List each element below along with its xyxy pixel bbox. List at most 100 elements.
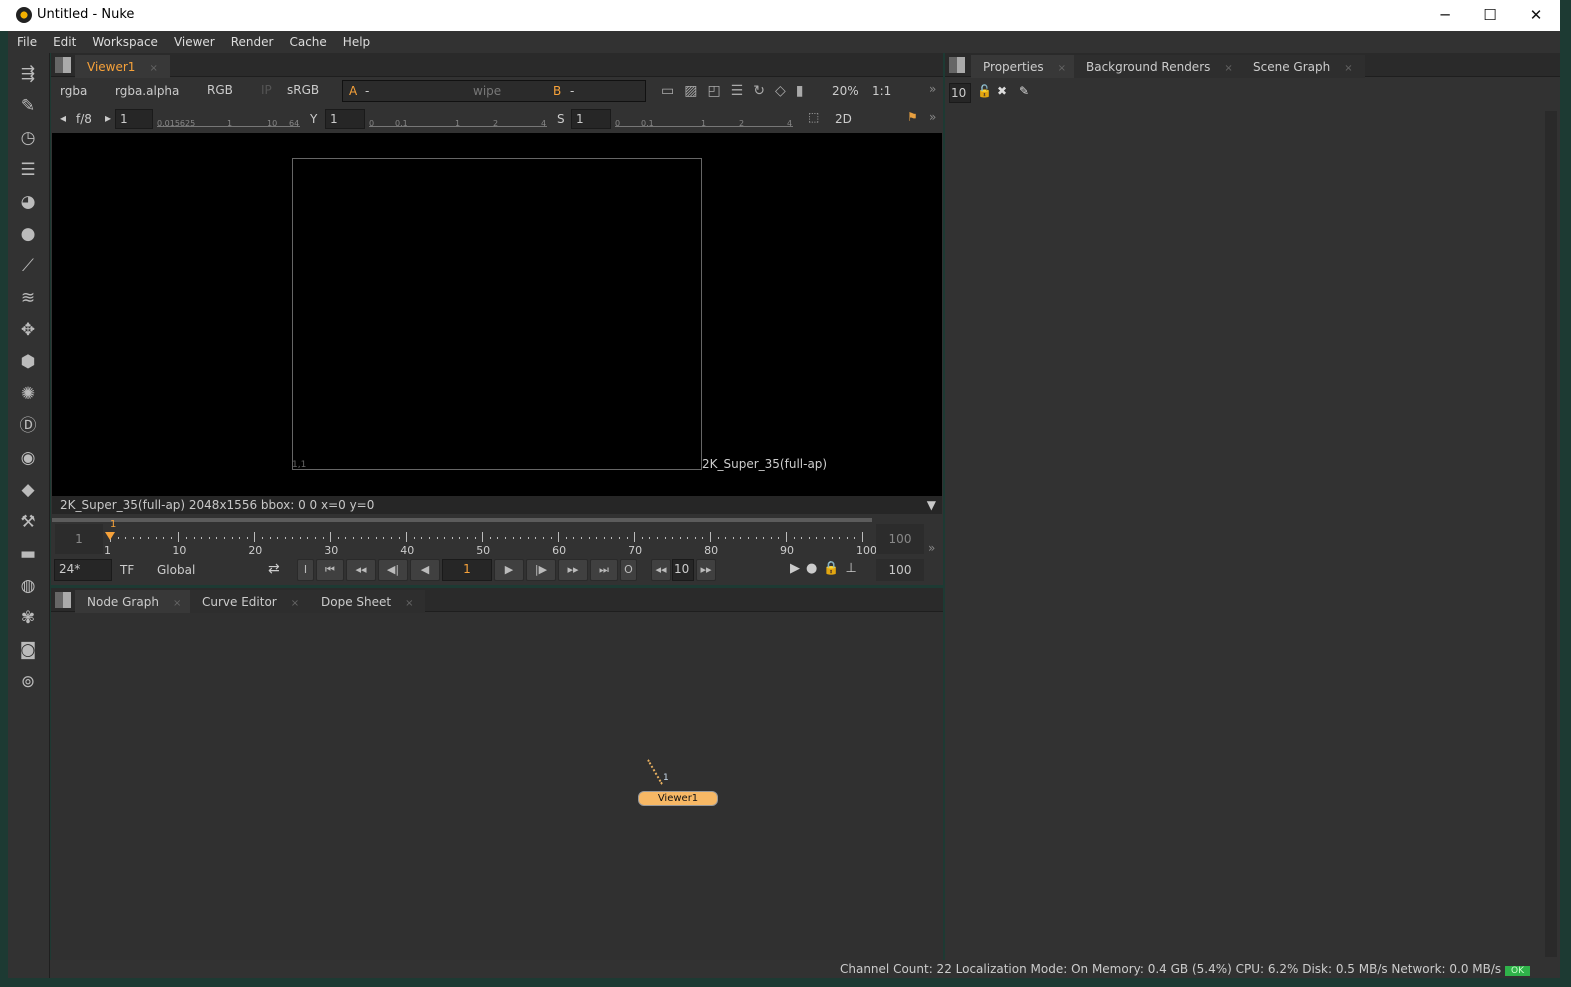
end-frame-input[interactable]: 100 [876,559,924,581]
pause-update-icon[interactable]: ⚑ [907,110,918,124]
menu-edit[interactable]: Edit [44,31,83,49]
time-icon[interactable]: ◷ [17,127,39,149]
filter-icon[interactable]: ● [17,223,39,245]
tab-viewer1[interactable]: Viewer1 × [75,55,170,78]
pane-menu-icon[interactable] [949,57,965,73]
playhead[interactable] [105,532,115,540]
out-point-button[interactable]: O [620,559,637,581]
playback-mode-icon[interactable]: ⇄ [268,561,280,577]
gamma-slider[interactable]: 0 0.1 1 2 4 [369,109,547,128]
tab-scene-graph[interactable]: Scene Graph × [1241,55,1365,78]
minimize-button[interactable]: ─ [1425,4,1465,26]
tab-dope-sheet[interactable]: Dope Sheet × [309,590,426,613]
viewer1-node[interactable]: Viewer1 [638,791,718,806]
current-frame-input[interactable]: 1 [442,559,492,581]
furnace-icon[interactable]: ◍ [17,575,39,597]
max-panels-input[interactable]: 10 [949,83,971,103]
gamma-input[interactable]: 1 [325,109,365,129]
tab-close-icon[interactable]: × [1224,63,1232,74]
lut-dropdown[interactable]: sRGB [287,83,319,97]
expand-icon[interactable]: » [929,110,936,124]
menu-render[interactable]: Render [222,31,281,49]
tab-close-icon[interactable]: × [291,598,299,609]
skip-back-button[interactable]: ◂◂ [651,559,671,581]
other-icon[interactable]: ▬ [17,543,39,565]
gain-input[interactable]: 1 [115,109,153,129]
saturation-input[interactable]: 1 [571,109,611,129]
play-forward-button[interactable]: ▶ [494,559,524,581]
tf-dropdown[interactable]: TF [120,563,134,577]
node-input-arrow[interactable] [647,759,663,785]
pane-menu-icon[interactable] [55,57,71,73]
input-b-dropdown[interactable]: - [570,84,574,98]
next-keyframe-button[interactable]: ▸▸ [558,559,588,581]
tab-node-graph[interactable]: Node Graph × [75,590,194,613]
views-icon[interactable]: ◉ [17,447,39,469]
expand-icon[interactable]: » [929,82,936,96]
toolsets-icon[interactable]: ⚒ [17,511,39,533]
first-frame-button[interactable]: ⏮ [316,559,344,581]
input-a-dropdown[interactable]: - [365,84,369,98]
channels-dropdown[interactable]: rgba [60,84,87,98]
gain-slider[interactable]: 0.015625 1 10 64 [157,109,300,128]
properties-scrollbar[interactable] [1545,111,1557,957]
last-frame-button[interactable]: ⏭ [590,559,618,581]
alpha-channel-dropdown[interactable]: rgba.alpha [115,84,179,98]
draw-icon[interactable]: ✎ [17,95,39,117]
bokeh-icon[interactable]: ⊚ [17,671,39,693]
ofx-icon[interactable]: ◙ [17,639,39,661]
cara-icon[interactable]: ✾ [17,607,39,629]
range-dropdown[interactable]: Global [157,563,195,577]
next-frame-button[interactable]: |▶ [526,559,556,581]
tab-close-icon[interactable]: × [173,598,181,609]
skip-forward-button[interactable]: ▸▸ [696,559,716,581]
3d-icon[interactable]: ⬢ [17,351,39,373]
timeline-end[interactable]: 100 [876,524,924,554]
prev-fstop-icon[interactable]: ◂ [60,111,66,125]
menu-cache[interactable]: Cache [280,31,333,49]
edit-icon[interactable]: ✎ [1019,84,1029,98]
tab-close-icon[interactable]: × [1058,63,1066,74]
in-point-button[interactable]: I [297,559,314,581]
saturation-slider[interactable]: 0 0.1 1 2 4 [615,109,793,128]
viewer-option-icons[interactable]: ▭▨◰☰↻◇▮ [661,83,813,99]
tab-close-icon[interactable]: × [149,63,157,74]
transform-icon[interactable]: ✥ [17,319,39,341]
increment-input[interactable]: 10 [672,559,694,581]
flipbook-icons[interactable]: ▶●🔒⊥ [790,561,863,576]
metadata-icon[interactable]: ◆ [17,479,39,501]
lock-icon[interactable]: 🔓 [977,84,992,98]
fps-dropdown[interactable]: 24* [54,559,112,581]
deep-icon[interactable]: Ⓓ [17,415,39,437]
timeline-range-bar[interactable] [52,518,872,522]
tab-properties[interactable]: Properties × [971,55,1079,78]
tab-close-icon[interactable]: × [1344,63,1352,74]
maximize-button[interactable]: ☐ [1470,4,1510,26]
display-mode-dropdown[interactable]: RGB [207,83,233,97]
menu-file[interactable]: File [8,31,44,49]
particles-icon[interactable]: ✺ [17,383,39,405]
tab-background-renders[interactable]: Background Renders × [1074,55,1245,78]
color-icon[interactable]: ◕ [17,191,39,213]
wipe-toggle[interactable]: wipe [473,84,501,98]
merge-icon[interactable]: ≋ [17,287,39,309]
play-backward-button[interactable]: ◀ [410,559,440,581]
next-fstop-icon[interactable]: ▸ [105,111,111,125]
prev-frame-button[interactable]: ◀| [378,559,408,581]
view-mode-dropdown[interactable]: 2D [835,112,852,126]
keyer-icon[interactable]: ⟋ [17,255,39,277]
roi-icon[interactable]: ⬚ [808,110,819,124]
viewer-canvas[interactable]: 1,1 2K_Super_35(full-ap) [52,133,942,496]
menu-viewer[interactable]: Viewer [165,31,222,49]
timeline-start[interactable]: 1 [55,524,103,554]
prev-keyframe-button[interactable]: ◂◂ [346,559,376,581]
menu-workspace[interactable]: Workspace [83,31,165,49]
menu-help[interactable]: Help [334,31,377,49]
close-button[interactable]: ✕ [1516,4,1556,26]
clear-panels-icon[interactable]: ✖ [997,84,1007,98]
channel-icon[interactable]: ☰ [17,159,39,181]
pane-menu-icon[interactable] [55,592,71,608]
tab-curve-editor[interactable]: Curve Editor × [190,590,312,613]
ip-button[interactable]: IP [261,83,272,97]
timeline-ruler[interactable]: 1 10 20 30 40 50 60 70 80 90 100 1 [104,519,877,558]
